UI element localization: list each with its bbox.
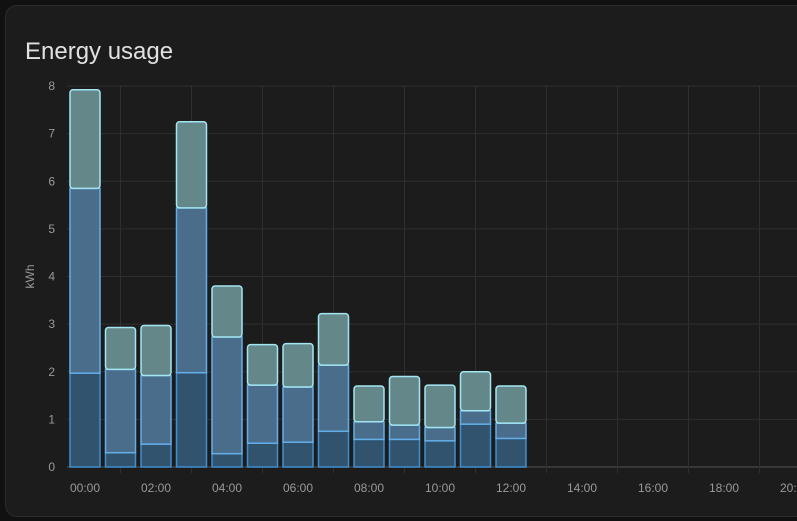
y-tick-label: 3 [48, 317, 55, 331]
y-tick-label: 1 [48, 412, 55, 426]
bar-segment [353, 438, 385, 468]
bar-segment [104, 451, 137, 468]
bar-segment [104, 368, 137, 454]
bar-segment [317, 430, 350, 468]
bar-segment [317, 364, 350, 433]
bar-segment [282, 441, 314, 468]
bar-segment [211, 452, 243, 468]
y-axis-label: kWh [23, 265, 37, 289]
bar-segment [140, 443, 172, 468]
bar-segment [69, 372, 101, 468]
bar-segment [388, 438, 421, 468]
bar-segment [175, 371, 208, 468]
x-tick-label: 20:00 [780, 481, 797, 495]
x-tick-label: 10:00 [425, 481, 455, 495]
x-tick-label: 00:00 [70, 481, 100, 495]
energy-usage-chart: 0 1 2 3 4 5 6 7 8 00:00 02:00 04:00 06:00 08:00 10:00 1… [23, 79, 797, 495]
bar-segment [424, 384, 456, 429]
bar-segment [282, 342, 314, 388]
bar-segment [140, 374, 172, 445]
bar-segment [282, 386, 314, 443]
bar-segment [246, 442, 279, 468]
bar-segment [459, 423, 492, 468]
bar-segment [424, 440, 456, 468]
bar-segment [424, 426, 456, 442]
x-tick-label: 08:00 [354, 481, 384, 495]
bar-segment [104, 326, 137, 371]
bar-segment [317, 312, 350, 366]
bar-segment [353, 385, 385, 423]
bar-segment [495, 422, 527, 440]
x-tick-label: 14:00 [567, 481, 597, 495]
y-tick-label: 2 [48, 365, 55, 379]
y-tick-label: 0 [48, 460, 55, 474]
bar-segment [459, 410, 492, 425]
y-tick-label: 5 [48, 222, 55, 236]
y-tick-label: 6 [48, 174, 55, 188]
bar-segment [388, 375, 421, 426]
bar-segment [211, 336, 243, 455]
y-tick-label: 4 [48, 270, 55, 284]
x-tick-label: 06:00 [283, 481, 313, 495]
x-tick-label: 04:00 [212, 481, 242, 495]
x-tick-label: 12:00 [496, 481, 526, 495]
y-tick-label: 7 [48, 127, 55, 141]
bar-segment [246, 343, 279, 386]
bar-segment [175, 120, 208, 209]
bar-segment [495, 385, 527, 424]
bar-segment [211, 285, 243, 338]
y-tick-label: 8 [48, 79, 55, 93]
x-tick-label: 16:00 [638, 481, 668, 495]
bar-segment [175, 207, 208, 374]
bar-segment [459, 371, 492, 412]
bar-segment [246, 384, 279, 444]
bar-segment [495, 437, 527, 468]
x-tick-label: 18:00 [709, 481, 739, 495]
bar-segment [353, 421, 385, 441]
x-tick-label: 02:00 [141, 481, 171, 495]
bar-segment [69, 89, 101, 190]
bar-segment [140, 324, 172, 377]
bar-segment [388, 424, 421, 441]
bar-segment [69, 187, 101, 374]
